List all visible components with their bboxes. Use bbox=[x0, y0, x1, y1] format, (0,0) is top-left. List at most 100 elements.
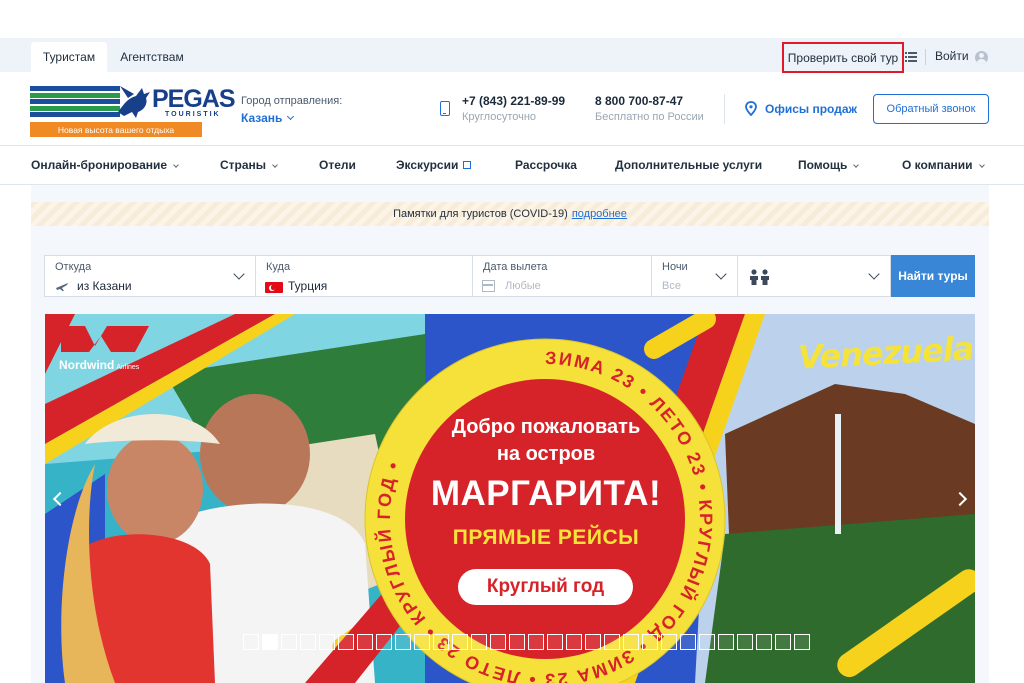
banner-headline: МАРГАРИТА! bbox=[430, 474, 662, 513]
slider-dot[interactable] bbox=[338, 634, 354, 650]
nav-online-booking[interactable]: Онлайн-бронирование bbox=[31, 158, 179, 172]
turkey-flag-icon bbox=[265, 282, 283, 293]
chevron-down-icon bbox=[715, 268, 727, 280]
slider-dot[interactable] bbox=[300, 634, 316, 650]
nordwind-airlines-logo: Nordwind Airlines bbox=[59, 358, 139, 372]
slider-dot[interactable] bbox=[699, 634, 715, 650]
phone-icon bbox=[440, 101, 450, 116]
external-link-icon bbox=[463, 161, 472, 169]
slider-dot[interactable] bbox=[319, 634, 335, 650]
plane-icon bbox=[56, 283, 68, 291]
from-value: из Казани bbox=[77, 279, 132, 293]
divider bbox=[724, 94, 725, 124]
departure-date-field[interactable]: Дата вылета Любые bbox=[473, 256, 652, 296]
phone-free[interactable]: 8 800 700-87-47 bbox=[595, 94, 683, 108]
phone-free-note: Бесплатно по России bbox=[595, 111, 704, 123]
slider-dot[interactable] bbox=[794, 634, 810, 650]
nav-about[interactable]: О компании bbox=[902, 158, 985, 172]
slider-dot[interactable] bbox=[471, 634, 487, 650]
tourists-field[interactable] bbox=[738, 256, 890, 296]
departure-city-select[interactable]: Казань bbox=[241, 111, 295, 125]
slider-dot[interactable] bbox=[490, 634, 506, 650]
from-field[interactable]: Откуда из Казани bbox=[45, 256, 256, 296]
from-label: Откуда bbox=[55, 261, 92, 273]
departure-city-label: Город отправления: bbox=[241, 95, 343, 107]
slider-dot[interactable] bbox=[604, 634, 620, 650]
slider-dot[interactable] bbox=[585, 634, 601, 650]
check-tour-link[interactable]: Проверить свой тур bbox=[782, 42, 904, 73]
banner-subheadline: ПРЯМЫЕ РЕЙСЫ bbox=[452, 526, 640, 549]
slider-dot[interactable] bbox=[414, 634, 430, 650]
nav-divider bbox=[0, 145, 1024, 146]
sales-offices-link[interactable]: Офисы продаж bbox=[765, 102, 857, 116]
pegasus-icon bbox=[118, 86, 150, 118]
login-link[interactable]: Войти bbox=[935, 49, 969, 63]
slider-dot[interactable] bbox=[281, 634, 297, 650]
airline-suffix: Airlines bbox=[116, 364, 140, 371]
date-label: Дата вылета bbox=[483, 261, 548, 273]
logo-stripes bbox=[30, 86, 120, 120]
slider-dot[interactable] bbox=[528, 634, 544, 650]
slider-dot[interactable] bbox=[433, 634, 449, 650]
tourists-icon bbox=[750, 269, 769, 285]
slider-dot[interactable] bbox=[623, 634, 639, 650]
to-field[interactable]: Куда Турция bbox=[256, 256, 473, 296]
slider-dot[interactable] bbox=[243, 634, 259, 650]
slider-dot[interactable] bbox=[547, 634, 563, 650]
to-label: Куда bbox=[266, 261, 291, 273]
slider-dot[interactable] bbox=[737, 634, 753, 650]
find-tours-button[interactable]: Найти туры bbox=[891, 255, 975, 297]
slider-dot[interactable] bbox=[642, 634, 658, 650]
nav-excursions[interactable]: Экскурсии bbox=[396, 158, 472, 172]
nav-help[interactable]: Помощь bbox=[798, 158, 860, 172]
banner-welcome: Добро пожаловать на остров bbox=[381, 414, 711, 468]
banner-welcome-line2: на остров bbox=[496, 443, 596, 465]
slider-dot[interactable] bbox=[395, 634, 411, 650]
chevron-down-icon bbox=[233, 268, 245, 280]
nav-countries[interactable]: Страны bbox=[220, 158, 278, 172]
slider-dot[interactable] bbox=[509, 634, 525, 650]
slider-dot[interactable] bbox=[661, 634, 677, 650]
chevron-down-icon bbox=[173, 162, 179, 168]
nav-label: Экскурсии bbox=[396, 158, 459, 172]
slider-dot[interactable] bbox=[376, 634, 392, 650]
list-icon[interactable] bbox=[905, 50, 917, 64]
slider-dot[interactable] bbox=[357, 634, 373, 650]
logo-wordmark: PEGAS bbox=[152, 85, 236, 113]
nav-hotels[interactable]: Отели bbox=[319, 158, 356, 172]
calendar-icon bbox=[482, 280, 495, 292]
pegas-logo[interactable]: PEGAS TOURISTIK Новая высота вашего отды… bbox=[30, 82, 236, 138]
nav-label: Отели bbox=[319, 158, 356, 172]
slider-dot[interactable] bbox=[566, 634, 582, 650]
nav-label: О компании bbox=[902, 158, 973, 172]
chevron-down-icon bbox=[853, 162, 860, 168]
nav-installments[interactable]: Рассрочка bbox=[515, 158, 577, 172]
callback-button[interactable]: Обратный звонок bbox=[873, 94, 989, 124]
chevron-down-icon bbox=[287, 112, 295, 121]
slider-dot[interactable] bbox=[775, 634, 791, 650]
logo-tagline: Новая высота вашего отдыха bbox=[30, 122, 202, 137]
slider-dot[interactable] bbox=[756, 634, 772, 650]
banner-year-round-button[interactable]: Круглый год bbox=[458, 569, 633, 605]
slider-dot[interactable] bbox=[452, 634, 468, 650]
covid-notice: Памятки для туристов (COVID-19) подробне… bbox=[31, 202, 989, 226]
date-placeholder: Любые bbox=[505, 280, 541, 292]
slider-dot[interactable] bbox=[680, 634, 696, 650]
slider-pagination bbox=[243, 634, 810, 650]
promo-banner[interactable]: ЗИМА 23 • ЛЕТО 23 • КРУГЛЫЙ ГОД • ЗИМА 2… bbox=[45, 314, 975, 683]
tab-agencies[interactable]: Агентствам bbox=[111, 42, 193, 72]
slider-dot[interactable] bbox=[718, 634, 734, 650]
chevron-down-icon bbox=[978, 162, 985, 168]
slider-dot[interactable] bbox=[262, 634, 278, 650]
notice-text: Памятки для туристов (COVID-19) bbox=[393, 208, 568, 220]
departure-city-value: Казань bbox=[241, 111, 283, 125]
phone-local[interactable]: +7 (843) 221-89-99 bbox=[462, 94, 565, 108]
tab-tourists[interactable]: Туристам bbox=[31, 42, 107, 72]
location-pin-icon bbox=[745, 101, 757, 116]
nights-field[interactable]: Ночи Все bbox=[652, 256, 738, 296]
nav-extra-services[interactable]: Дополнительные услуги bbox=[615, 158, 762, 172]
tour-search-form: Откуда из Казани Куда Турция Дата вылета… bbox=[44, 255, 891, 297]
divider bbox=[925, 49, 926, 65]
notice-more-link[interactable]: подробнее bbox=[572, 208, 627, 220]
user-icon[interactable] bbox=[975, 51, 988, 64]
